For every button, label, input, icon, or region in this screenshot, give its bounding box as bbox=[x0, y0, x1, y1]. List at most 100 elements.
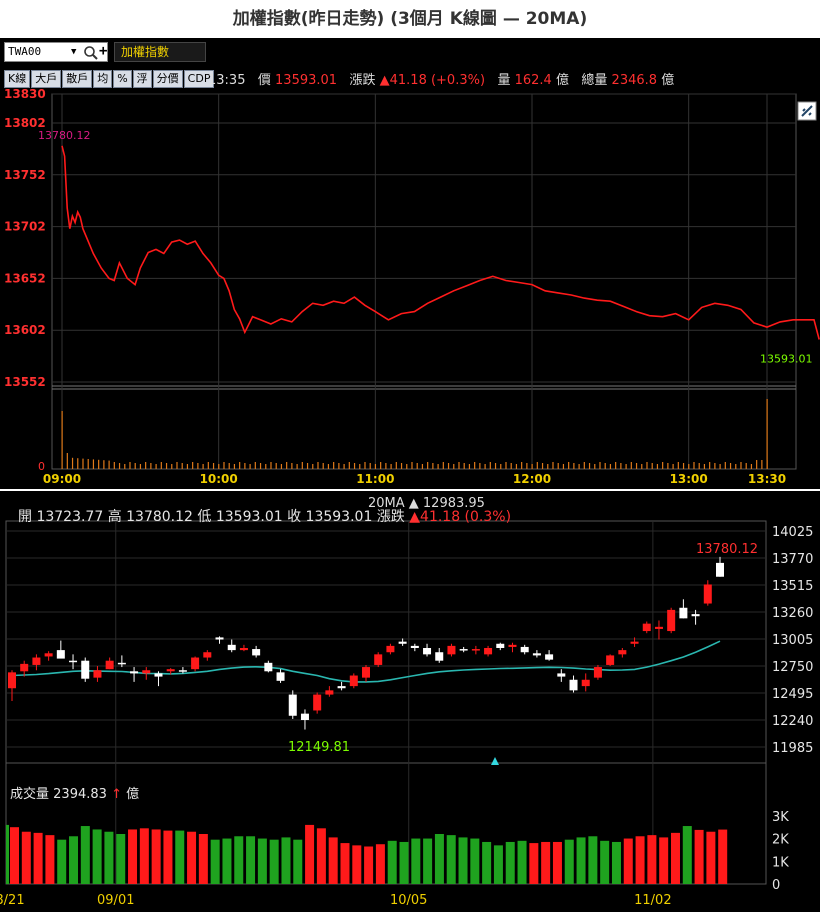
volume-bar bbox=[421, 464, 424, 469]
volume-bar bbox=[427, 462, 429, 469]
volume-bar bbox=[233, 464, 236, 469]
volume-bar bbox=[385, 463, 387, 469]
candle-body bbox=[520, 646, 529, 653]
x-tick-label: 8/21 bbox=[0, 893, 25, 908]
volume-bar bbox=[576, 837, 586, 884]
last-price-label: 13593.01 bbox=[760, 353, 813, 366]
change-value: ▲41.18 (0.3%) bbox=[409, 509, 512, 525]
volume-bar bbox=[541, 841, 551, 884]
volume-bar bbox=[447, 463, 450, 469]
volume-bar bbox=[667, 463, 669, 469]
candle-body bbox=[423, 648, 432, 655]
candle-body bbox=[374, 654, 383, 665]
volume-bar bbox=[529, 843, 539, 884]
candle-body bbox=[398, 641, 407, 644]
volume-bar bbox=[352, 845, 362, 884]
volume-bar bbox=[369, 463, 371, 469]
y-tick-label: 11985 bbox=[772, 741, 813, 756]
x-tick-label: 11:00 bbox=[356, 472, 394, 486]
volume-bar bbox=[312, 464, 314, 469]
volume-bar bbox=[176, 462, 178, 469]
volume-bar bbox=[761, 460, 763, 469]
volume-bar bbox=[259, 463, 262, 469]
volume-bar bbox=[510, 463, 512, 469]
candle-body bbox=[191, 657, 200, 670]
volume-bar bbox=[672, 464, 674, 469]
volume-bar bbox=[395, 462, 397, 469]
volume-bar bbox=[620, 463, 622, 469]
y-tick-label: 13830 bbox=[4, 87, 46, 101]
y-tick-label: 12495 bbox=[772, 687, 813, 702]
max-label: 13780.12 bbox=[696, 542, 758, 557]
candle-body bbox=[130, 671, 139, 674]
volume-bar bbox=[66, 453, 68, 469]
volume-bar bbox=[171, 464, 173, 469]
page-title: 加權指數(昨日走勢) (3個月 K線圖 — 20MA) bbox=[232, 9, 588, 29]
volume-bar bbox=[531, 464, 533, 469]
volume-bar bbox=[375, 844, 385, 884]
volume-bar bbox=[706, 831, 716, 884]
candle-body bbox=[252, 649, 261, 656]
volume-total: 2394.83 bbox=[53, 787, 107, 802]
intraday-panel: TWA00 ▼ + 加權指數 K線 大戶 散戶均% 浮分價 CDP 13:35 價 13… bbox=[0, 38, 820, 489]
volume-bar bbox=[470, 838, 480, 884]
volume-bar bbox=[128, 829, 138, 884]
volume-bar bbox=[493, 845, 503, 884]
change-label: 漲跌 bbox=[376, 509, 405, 525]
candle-body bbox=[496, 643, 505, 648]
volume-bar bbox=[453, 464, 455, 469]
volume-bar bbox=[181, 463, 183, 469]
candle-body bbox=[703, 584, 712, 604]
volume-bar bbox=[432, 463, 434, 469]
min-label: 12149.81 bbox=[288, 740, 350, 755]
volume-bar bbox=[709, 462, 711, 469]
candle-body bbox=[654, 626, 663, 629]
y-tick-label: 13702 bbox=[4, 220, 46, 234]
volume-tick-label: 3K bbox=[772, 810, 789, 825]
y-tick-label: 13652 bbox=[4, 271, 46, 285]
y-tick-label: 12240 bbox=[772, 714, 813, 729]
volume-bar bbox=[202, 464, 204, 469]
x-tick-label: 10/05 bbox=[390, 893, 427, 908]
volume-bar bbox=[611, 841, 621, 884]
volume-bar bbox=[104, 831, 114, 884]
y-tick-label: 13005 bbox=[772, 633, 813, 648]
volume-bar bbox=[719, 464, 721, 469]
volume-bar bbox=[207, 462, 209, 469]
link-icon[interactable] bbox=[797, 101, 817, 121]
candle-body bbox=[618, 650, 627, 655]
volume-bar bbox=[239, 462, 241, 469]
volume-bar bbox=[340, 843, 350, 884]
volume-bar bbox=[270, 462, 272, 469]
volume-tick-label: 2K bbox=[772, 833, 789, 848]
intraday-chart: 13830 13802 13752 13702 13652 13602 13552 09:00… bbox=[4, 87, 820, 486]
volume-bar bbox=[10, 827, 19, 884]
volume-bar bbox=[399, 841, 409, 884]
volume-bar bbox=[526, 463, 528, 469]
volume-bar bbox=[458, 837, 468, 884]
volume-bar bbox=[293, 839, 303, 884]
candle-body bbox=[32, 657, 41, 665]
volume-bar bbox=[641, 464, 643, 469]
volume-bar bbox=[364, 846, 374, 884]
candle-body bbox=[557, 673, 566, 677]
candle-body bbox=[288, 694, 297, 716]
volume-bar bbox=[380, 462, 382, 469]
volume-bar bbox=[437, 464, 439, 469]
volume-bar bbox=[353, 463, 356, 469]
volume-bar bbox=[187, 831, 197, 884]
volume-bar bbox=[139, 464, 142, 469]
volume-bar bbox=[446, 835, 456, 884]
volume-bar bbox=[718, 829, 728, 884]
x-tick-label: 09/01 bbox=[97, 893, 134, 908]
volume-bar bbox=[244, 463, 246, 469]
candle-body bbox=[227, 644, 236, 651]
y-tick-label: 13602 bbox=[4, 323, 46, 337]
volume-bar bbox=[564, 839, 574, 884]
volume-bar bbox=[118, 463, 121, 469]
kline-chart: 14025 13770 13515 13260 13005 12750 12495 12240… bbox=[0, 520, 813, 908]
volume-bar bbox=[98, 459, 100, 469]
volume-tick-label: 1K bbox=[772, 855, 789, 870]
kline-panel: 14025 13770 13515 13260 13005 12750 12495 12240… bbox=[0, 491, 820, 912]
volume-bar bbox=[682, 826, 692, 884]
